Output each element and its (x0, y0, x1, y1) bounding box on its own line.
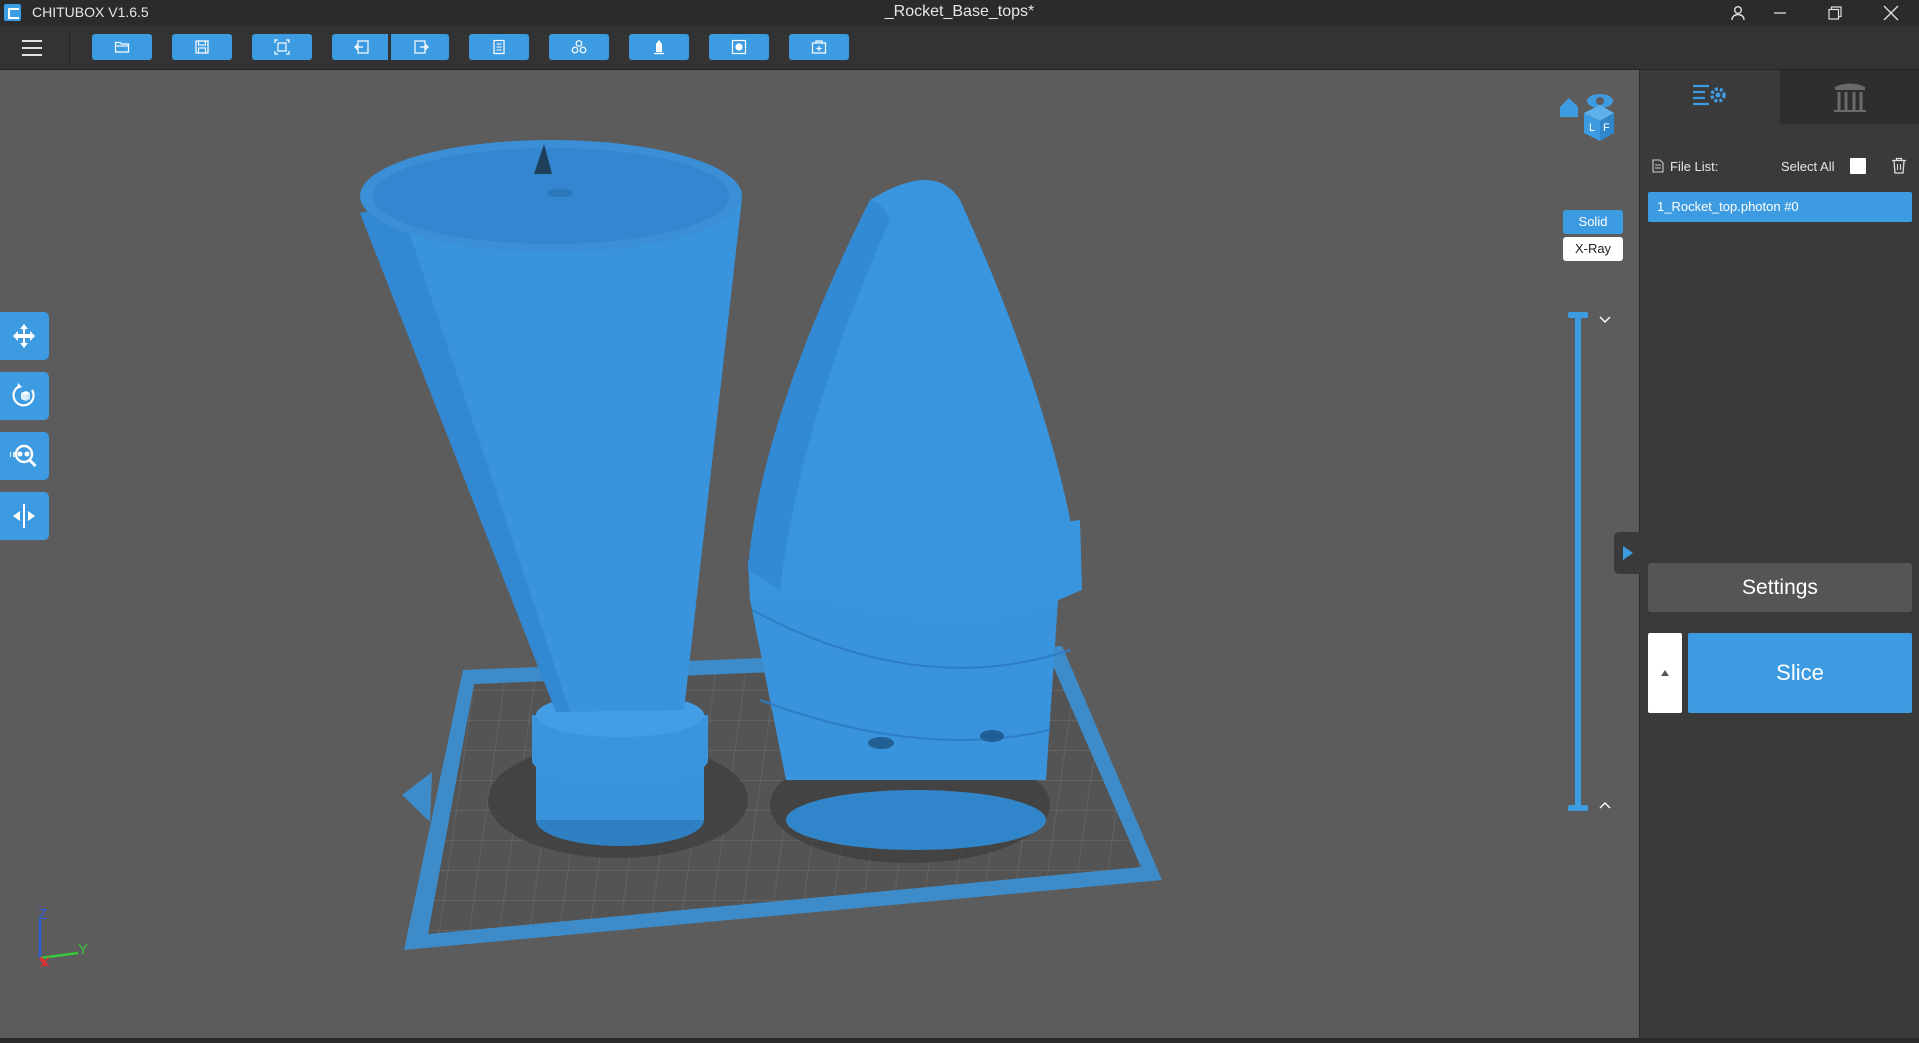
redo-button[interactable] (391, 34, 449, 60)
file-list-label: File List: (1670, 159, 1719, 174)
arrange-icon (571, 40, 587, 54)
triangle-up-icon (1661, 670, 1669, 676)
screenshot-button[interactable] (252, 34, 312, 60)
tab-model-settings[interactable] (1640, 70, 1780, 124)
rocket-nose-cone-model[interactable] (748, 180, 1082, 850)
rotate-icon (12, 383, 35, 407)
axis-y-label: Y (78, 941, 89, 958)
axis-indicator: Z Y X (30, 906, 100, 971)
save-icon (195, 40, 209, 54)
slice-button[interactable]: Slice (1688, 633, 1912, 713)
undo-icon (354, 40, 369, 54)
open-file-icon (114, 41, 130, 53)
rotate-tool-button[interactable] (0, 372, 49, 420)
arrange-button[interactable] (549, 34, 609, 60)
document-button[interactable] (469, 34, 529, 60)
save-button[interactable] (172, 34, 232, 60)
supports-icon (1834, 83, 1866, 112)
view-cube-icon[interactable]: L F (1556, 85, 1616, 155)
add-box-button[interactable] (789, 34, 849, 60)
file-list-item[interactable]: 1_Rocket_top.photon #0 (1648, 192, 1912, 222)
3d-viewport[interactable]: L F Solid X-Ray Z Y X (0, 70, 1639, 1043)
support-icon (654, 40, 664, 55)
axis-x-label: X (40, 954, 51, 971)
trash-icon[interactable] (1891, 157, 1907, 174)
title-bar: CHITUBOX V1.6.5 _Rocket_Base_tops* (0, 0, 1919, 26)
move-tool-button[interactable] (0, 312, 49, 360)
add-box-icon (811, 40, 827, 54)
layer-slider-bottom-handle[interactable] (1568, 805, 1588, 811)
file-list-header: File List: Select All (1650, 156, 1912, 178)
move-icon (13, 324, 35, 348)
svg-text:L: L (1589, 122, 1595, 134)
document-title: _Rocket_Base_tops* (884, 3, 1035, 20)
settings-button[interactable]: Settings (1648, 563, 1912, 612)
restore-icon[interactable] (1807, 0, 1863, 26)
hollow-button[interactable] (709, 34, 769, 60)
chitubox-window: CHITUBOX V1.6.5 _Rocket_Base_tops* L F S… (0, 0, 1919, 1043)
support-button[interactable] (629, 34, 689, 60)
select-all-label: Select All (1781, 159, 1835, 174)
layer-slider-track[interactable] (1575, 314, 1581, 810)
xray-mode-button[interactable]: X-Ray (1563, 237, 1623, 261)
undo-button[interactable] (332, 34, 388, 60)
minimize-icon[interactable] (1752, 0, 1808, 26)
screenshot-icon (274, 39, 290, 55)
rocket-base-model[interactable] (360, 140, 742, 846)
slice-options-button[interactable] (1648, 633, 1682, 713)
chevron-down-icon[interactable] (1598, 312, 1612, 330)
tab-supports[interactable] (1780, 70, 1919, 124)
toolbar-divider (69, 30, 70, 66)
select-all-checkbox[interactable] (1850, 158, 1866, 174)
redo-icon (414, 40, 429, 54)
main-toolbar (0, 26, 1919, 70)
hamburger-menu-icon[interactable] (20, 37, 46, 59)
panel-collapse-button[interactable] (1614, 532, 1640, 574)
mirror-icon (13, 504, 35, 528)
mirror-tool-button[interactable] (0, 492, 49, 540)
scale-tool-button[interactable] (0, 432, 49, 480)
document-icon (493, 39, 505, 55)
chevron-up-icon[interactable] (1598, 797, 1612, 815)
close-icon[interactable] (1863, 0, 1919, 26)
triangle-right-icon (1623, 546, 1633, 560)
status-strip (0, 1038, 1919, 1043)
svg-text:F: F (1603, 122, 1610, 134)
model-settings-icon (1693, 84, 1726, 106)
right-panel: File List: Select All 1_Rocket_top.photo… (1614, 70, 1919, 1043)
scale-icon (10, 444, 37, 468)
file-icon (1652, 159, 1664, 173)
axis-z-label: Z (38, 906, 48, 923)
scene-canvas (360, 140, 1162, 950)
open-file-button[interactable] (92, 34, 152, 60)
hollow-icon (731, 39, 747, 55)
layer-slider-top-handle[interactable] (1568, 312, 1588, 318)
solid-mode-button[interactable]: Solid (1563, 210, 1623, 234)
